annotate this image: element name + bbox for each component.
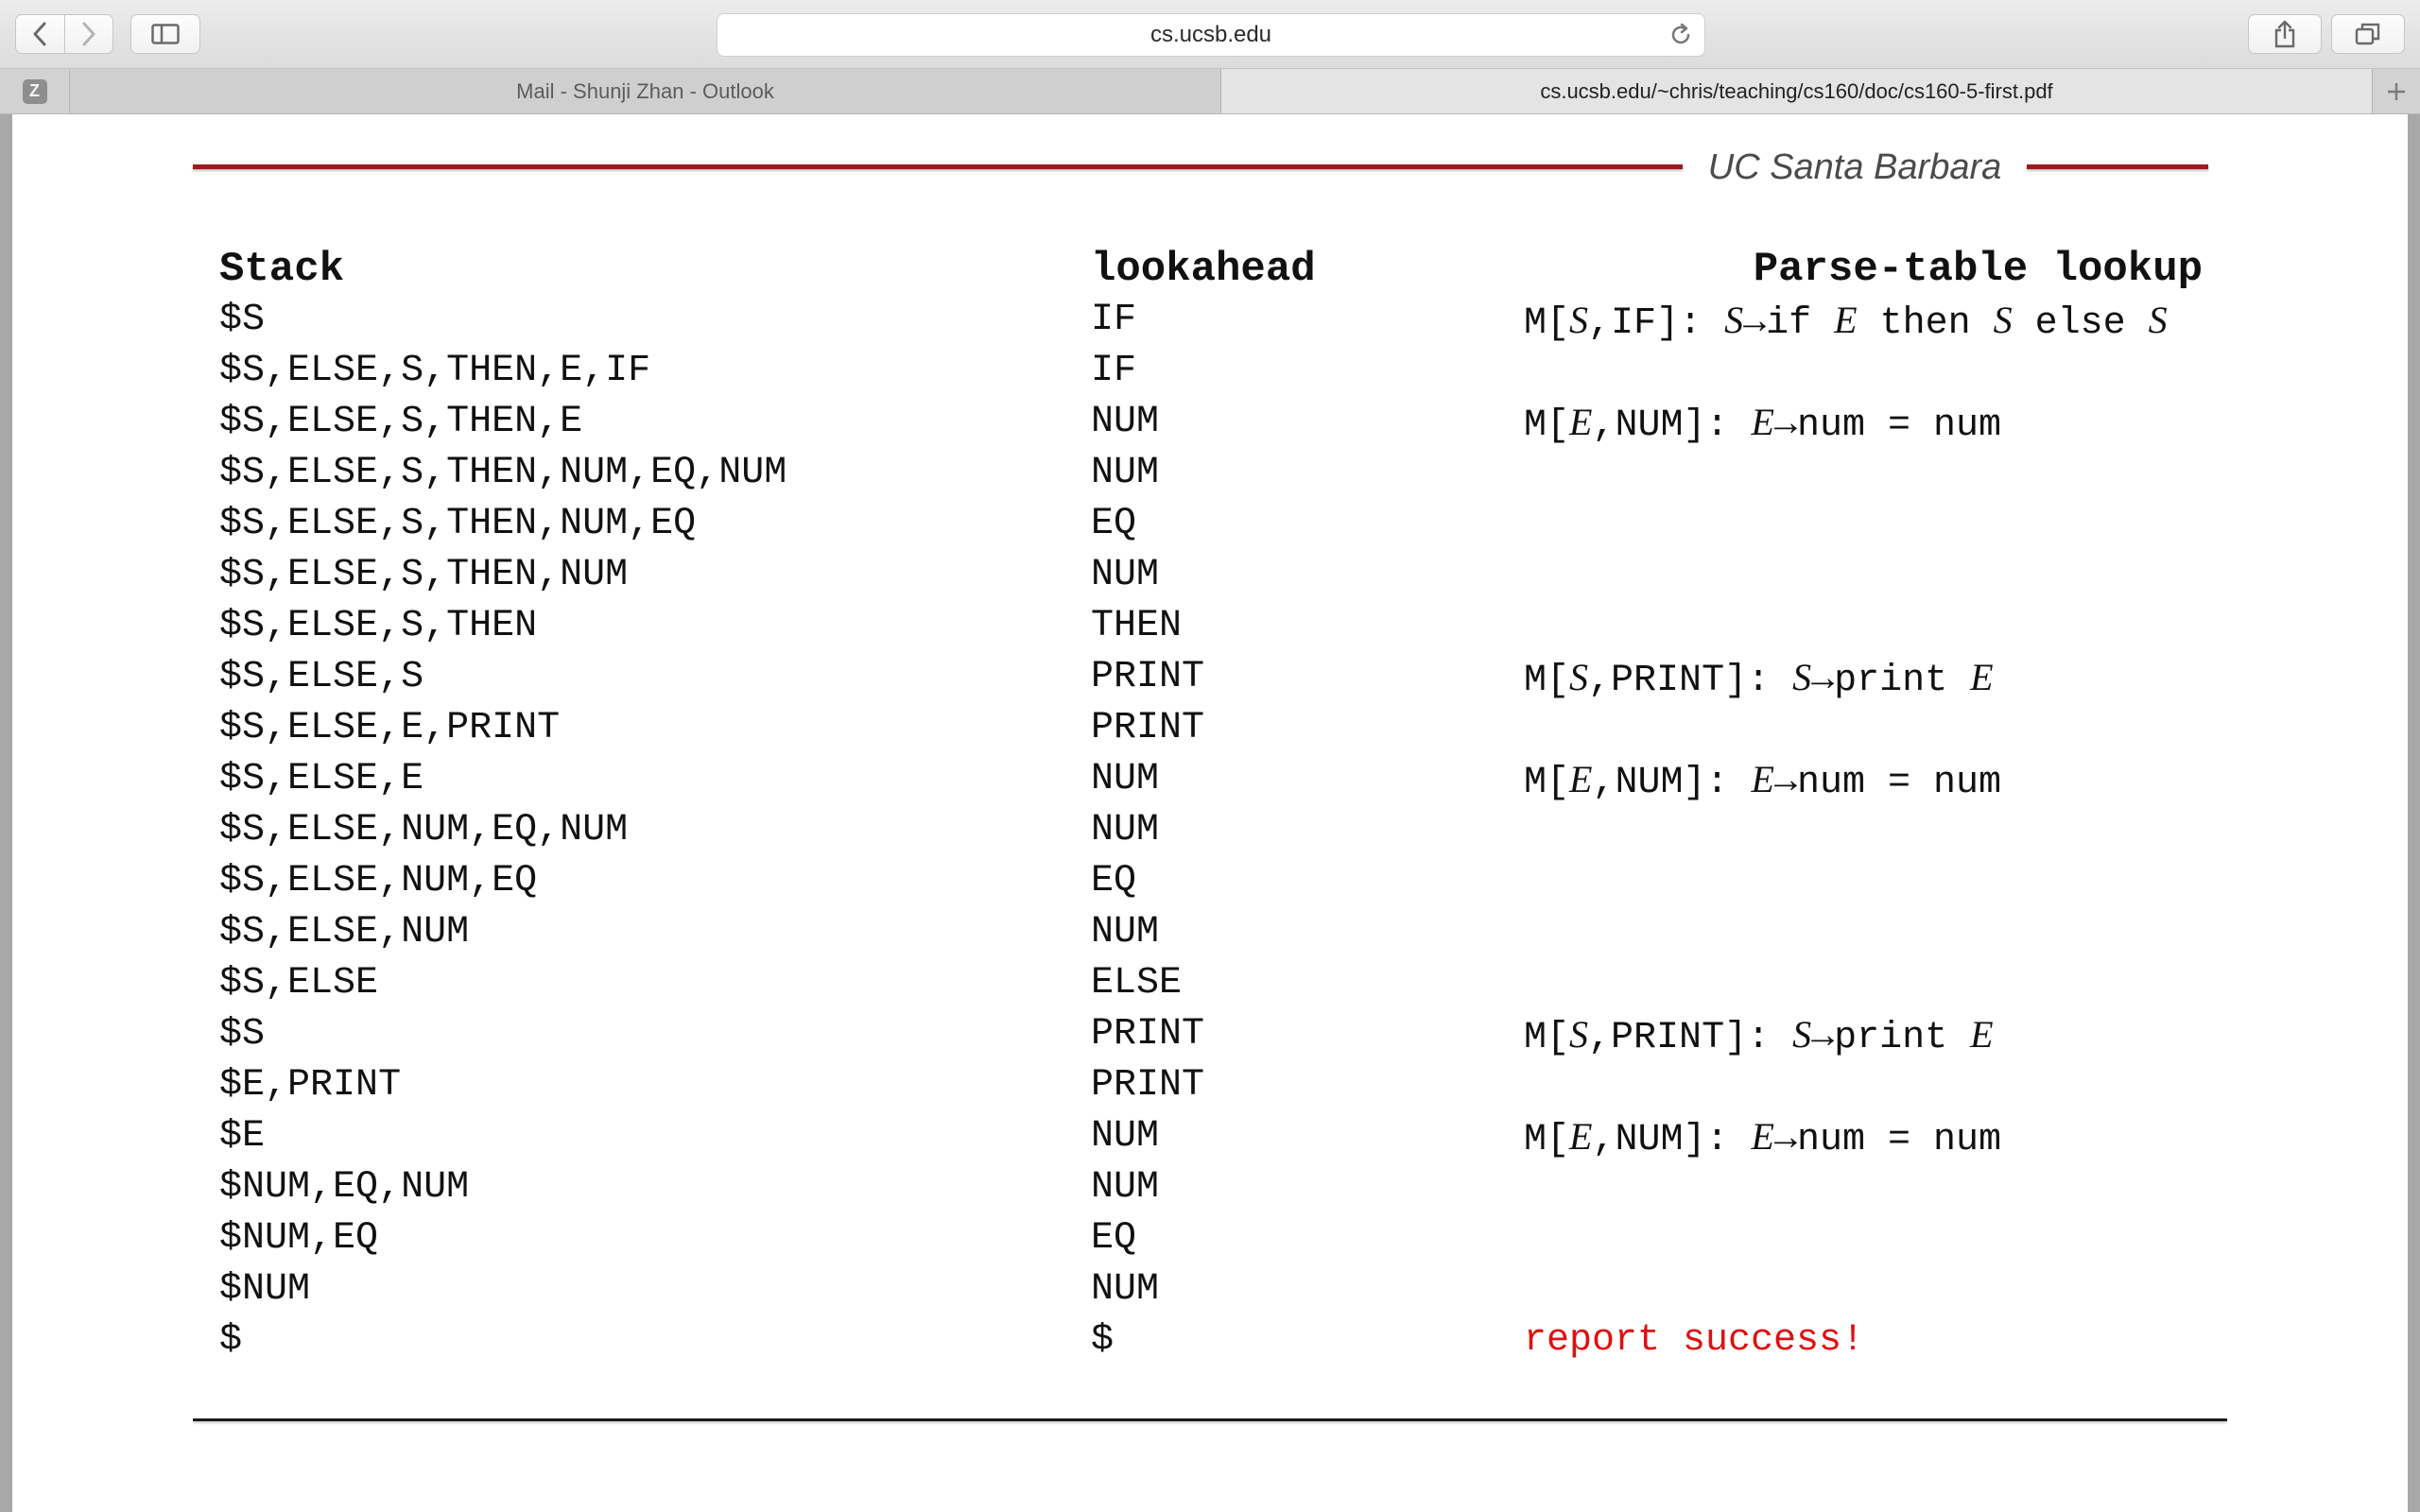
navigation-buttons [15,14,113,54]
stack-cell: $S,ELSE [219,962,379,1005]
table-row: $S PRINT M[S,PRINT]: S→print E [0,1009,2420,1060]
column-header-lookahead: lookahead [1091,246,1316,293]
lookahead-cell: NUM [1091,758,1160,800]
table-row: $ $ report success! [0,1315,2420,1366]
lookahead-cell: PRINT [1091,1064,1205,1107]
stack-cell: $S,ELSE,NUM,EQ [219,860,538,902]
forward-button[interactable] [63,15,113,53]
lookup-cell: M[E,NUM]: E→num = num [1524,1115,2002,1161]
table-row: $S,ELSE,NUM,EQ,NUM NUM [0,805,2420,856]
table-row: $S,ELSE,NUM,EQ EQ [0,856,2420,907]
pinned-tab-icon: Z [22,78,47,104]
lookahead-cell: IF [1091,350,1137,392]
lookahead-cell: NUM [1091,1268,1160,1311]
table-row: $NUM NUM [0,1264,2420,1315]
chevron-right-icon [82,22,95,46]
table-row: $NUM,EQ,NUM NUM [0,1162,2420,1213]
stack-cell: $S,ELSE,NUM [219,911,470,954]
reload-icon[interactable] [1668,23,1693,47]
table-row: $S,ELSE,S,THEN,E,IF IF [0,346,2420,397]
table-row: $S,ELSE,E NUM M[E,NUM]: E→num = num [0,754,2420,805]
lookahead-cell: EQ [1091,1217,1137,1260]
lookahead-cell: NUM [1091,452,1160,494]
tab-bar: Z Mail - Shunji Zhan - Outlook cs.ucsb.e… [0,69,2420,114]
success-message: report success! [1524,1319,1865,1362]
pinned-tab[interactable]: Z [0,69,70,113]
browser-toolbar: cs.ucsb.edu [0,0,2420,69]
stack-cell: $S,ELSE,NUM,EQ,NUM [219,809,629,851]
lookahead-cell: EQ [1091,860,1137,902]
stack-cell: $E,PRINT [219,1064,402,1107]
show-all-tabs-button[interactable] [2331,14,2405,54]
lookahead-cell: $ [1091,1319,1115,1362]
stack-cell: $S,ELSE,S,THEN,NUM,EQ [219,503,697,545]
lookahead-cell: NUM [1091,401,1160,443]
stack-cell: $S,ELSE,S,THEN,E,IF [219,350,651,392]
address-text: cs.ucsb.edu [1150,22,1272,47]
stack-cell: $S,ELSE,S,THEN,NUM,EQ,NUM [219,452,787,494]
stack-cell: $S,ELSE,E,PRINT [219,707,561,749]
stack-cell: $S,ELSE,S,THEN [219,605,538,647]
address-bar[interactable]: cs.ucsb.edu [717,13,1705,57]
table-row: $S,ELSE,E,PRINT PRINT [0,703,2420,754]
table-row: $NUM,EQ EQ [0,1213,2420,1264]
tabs-overview-icon [2355,23,2380,45]
plus-icon [2388,82,2405,100]
slide-header-title: UC Santa Barbara [1707,147,2002,187]
lookahead-cell: NUM [1091,1115,1160,1158]
lookahead-cell: ELSE [1091,962,1183,1005]
stack-cell: $ [219,1319,243,1362]
lookup-cell: M[S,IF]: S→if E then S else S [1524,299,2168,345]
back-button[interactable] [16,15,64,53]
lookahead-cell: NUM [1091,1166,1160,1209]
table-row: $E NUM M[E,NUM]: E→num = num [0,1111,2420,1162]
footer-rule [193,1418,2227,1421]
table-row: $S,ELSE,S,THEN THEN [0,601,2420,652]
lookahead-cell: THEN [1091,605,1183,647]
lookahead-cell: IF [1091,299,1137,341]
new-tab-button[interactable] [2373,69,2420,113]
table-row: $S,ELSE,S,THEN,NUM,EQ EQ [0,499,2420,550]
lookahead-cell: PRINT [1091,707,1205,749]
tab-mail[interactable]: Mail - Shunji Zhan - Outlook [70,69,1221,113]
stack-cell: $E [219,1115,266,1158]
stack-cell: $NUM [219,1268,311,1311]
stack-cell: $S,ELSE,S,THEN,E [219,401,583,443]
table-row: $E,PRINT PRINT [0,1060,2420,1111]
header-rule-left [193,164,1683,169]
table-row: $S,ELSE,S,THEN,NUM NUM [0,550,2420,601]
tab-pdf-active[interactable]: cs.ucsb.edu/~chris/teaching/cs160/doc/cs… [1221,69,2373,113]
lookup-cell: M[S,PRINT]: S→print E [1524,656,1994,702]
lookup-cell: M[E,NUM]: E→num = num [1524,401,2002,447]
lookahead-cell: EQ [1091,503,1137,545]
column-header-lookup: Parse-table lookup [1753,246,2203,293]
stack-cell: $S [219,299,266,341]
lookup-cell: M[S,PRINT]: S→print E [1524,1013,1994,1059]
table-row: $S IF M[S,IF]: S→if E then S else S [0,295,2420,346]
stack-cell: $S,ELSE,S,THEN,NUM [219,554,629,596]
lookahead-cell: NUM [1091,809,1160,851]
column-header-stack: Stack [219,246,345,293]
stack-cell: $S,ELSE,S [219,656,424,698]
lookahead-cell: NUM [1091,554,1160,596]
share-button[interactable] [2248,14,2322,54]
header-rule-right [2027,164,2208,169]
table-row: $S,ELSE,S PRINT M[S,PRINT]: S→print E [0,652,2420,703]
lookahead-cell: PRINT [1091,656,1205,698]
stack-cell: $NUM,EQ [219,1217,379,1260]
chevron-left-icon [33,22,46,46]
table-row: $S,ELSE,NUM NUM [0,907,2420,958]
lookup-cell: M[E,NUM]: E→num = num [1524,758,2002,804]
stack-cell: $NUM,EQ,NUM [219,1166,470,1209]
sidebar-icon [151,24,180,44]
sidebar-toggle-button[interactable] [130,14,200,54]
share-icon [2274,20,2295,48]
table-row: $S,ELSE ELSE [0,958,2420,1009]
lookahead-cell: NUM [1091,911,1160,954]
stack-cell: $S [219,1013,266,1056]
stack-cell: $S,ELSE,E [219,758,424,800]
table-row: $S,ELSE,S,THEN,E NUM M[E,NUM]: E→num = num [0,397,2420,448]
table-row: $S,ELSE,S,THEN,NUM,EQ,NUM NUM [0,448,2420,499]
lookahead-cell: PRINT [1091,1013,1205,1056]
